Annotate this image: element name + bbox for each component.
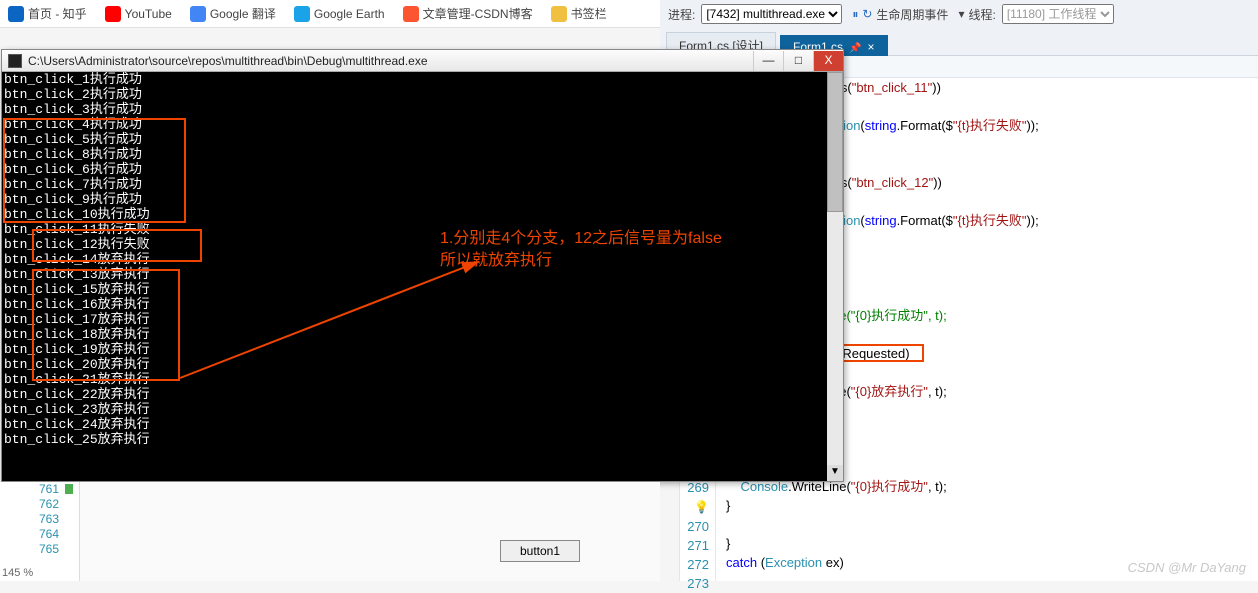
maximize-button[interactable]: □	[783, 51, 813, 71]
scroll-thumb[interactable]	[827, 72, 843, 212]
bookmark-csdn[interactable]: 文章管理-CSDN博客	[403, 5, 533, 22]
lifecycle-icons: ⏸↻	[852, 7, 876, 22]
pin-icon[interactable]: 📌	[849, 43, 861, 54]
close-icon[interactable]: ×	[867, 40, 874, 54]
console-scrollbar[interactable]: ▲ ▼	[827, 72, 843, 481]
process-label: 进程:	[668, 6, 695, 23]
pause-icon[interactable]: ⏸	[852, 7, 858, 21]
console-title: C:\Users\Administrator\source\repos\mult…	[28, 54, 428, 68]
cycle-icon[interactable]: ↻	[862, 7, 872, 21]
close-button[interactable]: X	[813, 51, 843, 71]
scroll-down-icon[interactable]: ▼	[827, 465, 843, 481]
console-output: btn_click_1执行成功 btn_click_2执行成功 btn_clic…	[2, 72, 827, 481]
process-select[interactable]: [7432] multithread.exe	[701, 4, 842, 24]
console-icon	[8, 54, 22, 68]
bookmark-folder[interactable]: 书签栏	[551, 5, 607, 22]
vs-toolbar: 进程: [7432] multithread.exe ⏸↻ 生命周期事件 ▾ 线…	[660, 0, 1258, 56]
button1[interactable]: button1	[500, 540, 580, 562]
bottom-panel: 761 762 763 764 765	[0, 482, 660, 581]
zoom-level[interactable]: 145 %	[2, 567, 33, 579]
thread-select[interactable]: [11180] 工作线程	[1002, 4, 1114, 24]
console-titlebar[interactable]: C:\Users\Administrator\source\repos\mult…	[2, 50, 843, 72]
watermark: CSDN @Mr DaYang	[1128, 560, 1246, 575]
events-label: 生命周期事件	[876, 6, 948, 23]
bookmark-google-translate[interactable]: Google 翻译	[190, 5, 276, 22]
lightbulb-icon[interactable]: 💡	[694, 500, 709, 514]
bookmark-zhihu[interactable]: 首页 - 知乎	[8, 5, 87, 22]
thread-label: 线程:	[968, 6, 995, 23]
bookmark-google-earth[interactable]: Google Earth	[294, 6, 385, 22]
bookmark-youtube[interactable]: YouTube	[105, 6, 172, 22]
minimize-button[interactable]: —	[753, 51, 783, 71]
console-window: C:\Users\Administrator\source\repos\mult…	[1, 49, 844, 482]
